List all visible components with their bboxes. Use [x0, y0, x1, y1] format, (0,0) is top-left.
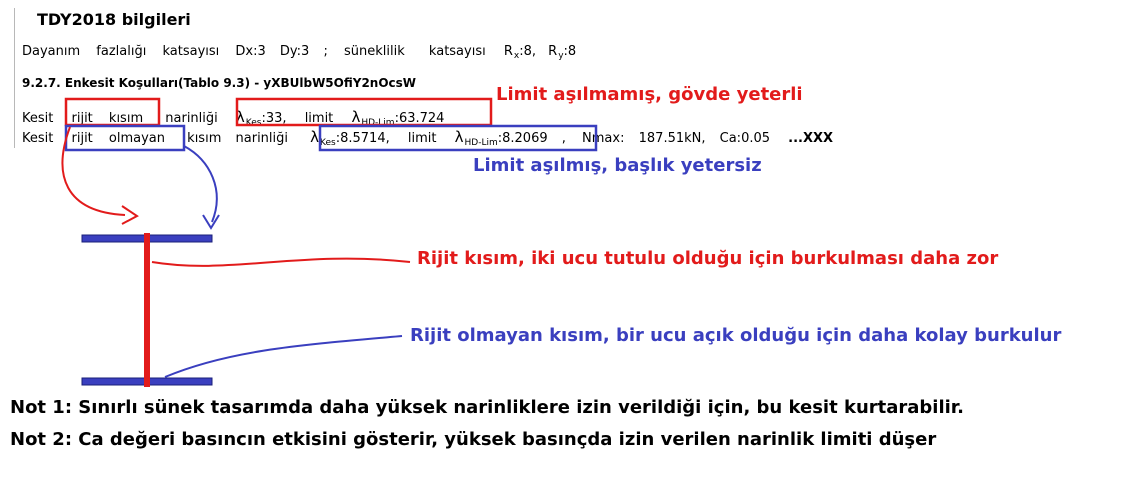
- nonrigid-slenderness-highlight: [318, 124, 598, 152]
- diagram-layer: [61, 97, 598, 387]
- beam-web: [144, 233, 150, 387]
- rigid-leader: [151, 257, 411, 267]
- nonrigid-leader: [164, 335, 403, 378]
- rigid-slenderness-highlight: [235, 97, 493, 127]
- rigid-arrow: [61, 126, 126, 216]
- nonrigid-arrow: [183, 145, 218, 223]
- nonrigid-arrowhead: [202, 214, 220, 230]
- nonrigid-part-highlight: [64, 124, 186, 152]
- rigid-part-highlight: [64, 97, 161, 127]
